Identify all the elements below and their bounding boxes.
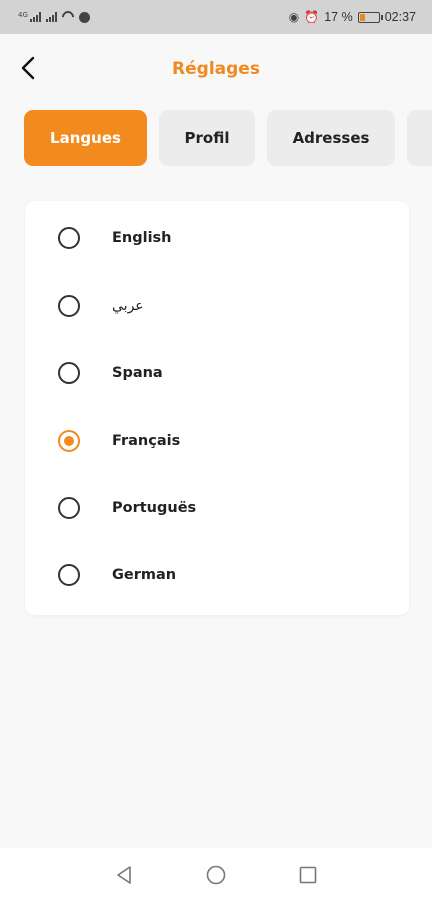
language-option-portugues[interactable]: Portuguës	[25, 483, 409, 533]
eye-icon: ◉	[288, 10, 300, 24]
language-label: Spana	[112, 365, 163, 381]
radio-button-selected[interactable]	[58, 430, 80, 452]
radio-button[interactable]	[58, 295, 80, 317]
system-navigation-bar	[0, 848, 432, 900]
chevron-left-icon	[21, 56, 35, 80]
language-option-german[interactable]: German	[25, 550, 409, 600]
tab-profil[interactable]: Profil	[159, 110, 255, 166]
circle-home-icon	[206, 865, 226, 885]
radio-button[interactable]	[58, 362, 80, 384]
language-label: German	[112, 567, 177, 583]
battery-percent: 17 %	[324, 10, 353, 24]
nav-recents-button[interactable]	[297, 864, 319, 886]
status-right: ◉ ⏰ 17 % 02:37	[289, 10, 416, 24]
language-label: English	[112, 230, 172, 246]
alarm-icon: ⏰	[304, 10, 320, 24]
language-label: Portuguës	[112, 500, 197, 516]
square-recents-icon	[299, 866, 317, 884]
status-bar: 4G ◉ ⏰ 17 % 02:37	[0, 0, 432, 34]
language-option-spana[interactable]: Spana	[25, 348, 409, 398]
radio-button[interactable]	[58, 564, 80, 586]
radio-button[interactable]	[58, 227, 80, 249]
hotspot-icon	[59, 8, 77, 26]
settings-tabs: Langues Profil Adresses	[24, 110, 432, 166]
nav-home-button[interactable]	[205, 864, 227, 886]
language-label: عربي	[112, 298, 144, 314]
signal-tag: 4G	[18, 11, 28, 19]
signal-icon: 4G	[18, 12, 41, 22]
language-option-arabic[interactable]: عربي	[25, 281, 409, 331]
battery-icon	[357, 11, 383, 23]
page-title: Réglages	[172, 59, 260, 79]
header: Réglages	[0, 34, 432, 104]
back-button[interactable]	[14, 54, 42, 82]
status-left: 4G	[18, 8, 90, 26]
clock: 02:37	[384, 10, 416, 24]
signal-icon-2	[45, 12, 57, 22]
triangle-back-icon	[117, 866, 131, 884]
language-list: English عربي Spana Français Portuguës Ge…	[25, 201, 409, 615]
language-label: Français	[112, 433, 181, 449]
tab-adresses[interactable]: Adresses	[267, 110, 395, 166]
language-option-english[interactable]: English	[25, 213, 409, 263]
tab-langues[interactable]: Langues	[24, 110, 147, 166]
messenger-icon	[78, 11, 90, 23]
tab-more[interactable]	[407, 110, 432, 166]
language-option-francais[interactable]: Français	[25, 416, 409, 466]
radio-button[interactable]	[58, 497, 80, 519]
nav-back-button[interactable]	[113, 864, 135, 886]
